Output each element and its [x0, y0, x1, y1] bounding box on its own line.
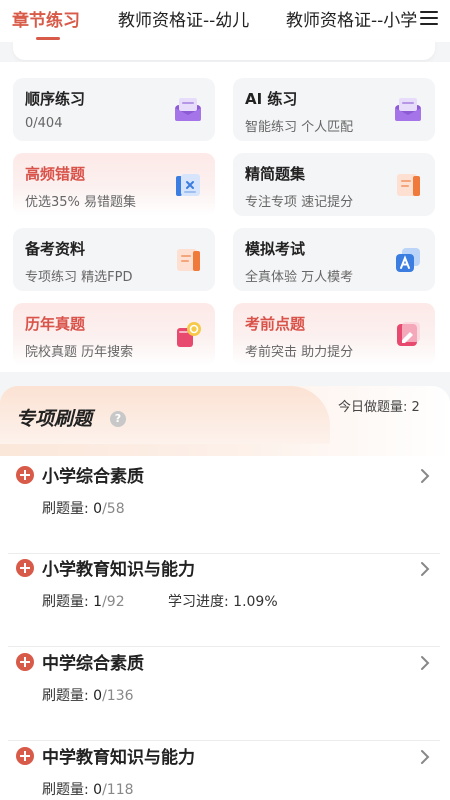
chevron-right-icon [421, 656, 430, 670]
question-count: 刷题量: 1/92 [42, 591, 125, 611]
count-done: 1 [93, 594, 103, 610]
subject-row[interactable]: 小学教育知识与能力 刷题量: 1/92 学习进度: 1.09% [8, 553, 440, 647]
exam-icon [396, 248, 420, 272]
count-done: 0 [93, 501, 103, 517]
tile-title: 精简题集 [245, 165, 306, 183]
tile-past-papers[interactable]: 历年真题 院校真题 历年搜索 [13, 303, 215, 366]
chevron-right-icon [421, 750, 430, 764]
plus-icon [16, 559, 34, 577]
subject-name: 中学教育知识与能力 [42, 748, 195, 768]
tile-exam-materials[interactable]: 备考资料 专项练习 精选FPD [13, 228, 215, 291]
tile-subtitle: 0/404 [25, 116, 63, 131]
tile-concise-questions[interactable]: 精简题集 专注专项 速记提分 [233, 153, 435, 216]
subject-name: 中学综合素质 [42, 654, 144, 674]
today-count-label: 今日做题量: [338, 400, 408, 415]
today-count-value: 2 [411, 400, 420, 415]
tile-title: 备考资料 [25, 240, 86, 258]
tile-subtitle: 考前突击 助力提分 [245, 345, 354, 360]
count-label: 刷题量: [42, 501, 89, 517]
subject-name: 小学综合素质 [42, 467, 144, 487]
count-total: /58 [102, 501, 125, 517]
tile-sequential-practice[interactable]: 顺序练习 0/404 [13, 78, 215, 141]
tile-subtitle: 专注专项 速记提分 [245, 195, 354, 210]
envelope-icon [175, 98, 201, 121]
chevron-right-icon [421, 469, 430, 483]
count-total: /118 [102, 782, 134, 798]
question-count: 刷题量: 0/136 [42, 685, 134, 705]
menu-icon[interactable] [418, 9, 440, 27]
progress-value: 1.09% [233, 594, 278, 610]
plus-icon [16, 747, 34, 765]
count-total: /136 [102, 688, 134, 704]
subject-name: 小学教育知识与能力 [42, 560, 195, 580]
chevron-right-icon [421, 562, 430, 576]
tile-title: 模拟考试 [245, 240, 306, 258]
tile-title: 高频错题 [25, 165, 86, 183]
envelope-icon [395, 98, 421, 121]
edit-paper-icon [397, 322, 420, 346]
tile-frequent-mistakes[interactable]: 高频错题 优选35% 易错题集 [13, 153, 215, 216]
count-label: 刷题量: [42, 594, 89, 610]
subject-row[interactable]: 小学综合素质 刷题量: 0/58 [8, 460, 440, 554]
tile-title: 顺序练习 [25, 90, 86, 108]
tile-subtitle: 智能练习 个人匹配 [245, 120, 354, 135]
section-title: 专项刷题 [16, 408, 93, 430]
tile-subtitle: 优选35% 易错题集 [25, 195, 137, 210]
tile-title: 考前点题 [245, 315, 306, 333]
tile-subtitle: 全真体验 万人模考 [245, 270, 354, 285]
tile-mock-exam[interactable]: 模拟考试 全真体验 万人模考 [233, 228, 435, 291]
document-icon [177, 249, 200, 271]
tile-pre-exam-hints[interactable]: 考前点题 考前突击 助力提分 [233, 303, 435, 366]
count-done: 0 [93, 782, 103, 798]
tab-chapter-practice[interactable]: 章节练习 [12, 6, 80, 31]
tile-subtitle: 专项练习 精选FPD [25, 270, 133, 285]
question-count: 刷题量: 0/118 [42, 779, 134, 799]
subject-row[interactable]: 中学教育知识与能力 刷题量: 0/118 [8, 741, 440, 800]
tile-title: AI 练习 [245, 90, 298, 108]
top-tab-bar: 章节练习 教师资格证--幼儿 教师资格证--小学 [0, 0, 450, 42]
study-progress: 学习进度: 1.09% [168, 591, 278, 611]
tile-ai-practice[interactable]: AI 练习 智能练习 个人匹配 [233, 78, 435, 141]
progress-label: 学习进度: [168, 594, 229, 610]
header-card [13, 40, 435, 60]
help-icon[interactable]: ? [110, 411, 126, 427]
count-label: 刷题量: [42, 782, 89, 798]
question-count: 刷题量: 0/58 [42, 498, 125, 518]
notes-icon [397, 174, 420, 196]
count-label: 刷题量: [42, 688, 89, 704]
subject-row[interactable]: 中学综合素质 刷题量: 0/136 [8, 647, 440, 741]
tab-teacher-cert-kindergarten[interactable]: 教师资格证--幼儿 [118, 6, 249, 31]
plus-icon [16, 466, 34, 484]
tab-teacher-cert-primary[interactable]: 教师资格证--小学 [286, 6, 417, 31]
plus-icon [16, 653, 34, 671]
count-total: /92 [102, 594, 125, 610]
tile-title: 历年真题 [25, 315, 86, 333]
today-question-count: 今日做题量: 2 [338, 396, 420, 415]
count-done: 0 [93, 688, 103, 704]
search-paper-icon [177, 322, 201, 347]
wrong-question-icon [176, 174, 200, 196]
tile-subtitle: 院校真题 历年搜索 [25, 345, 134, 360]
